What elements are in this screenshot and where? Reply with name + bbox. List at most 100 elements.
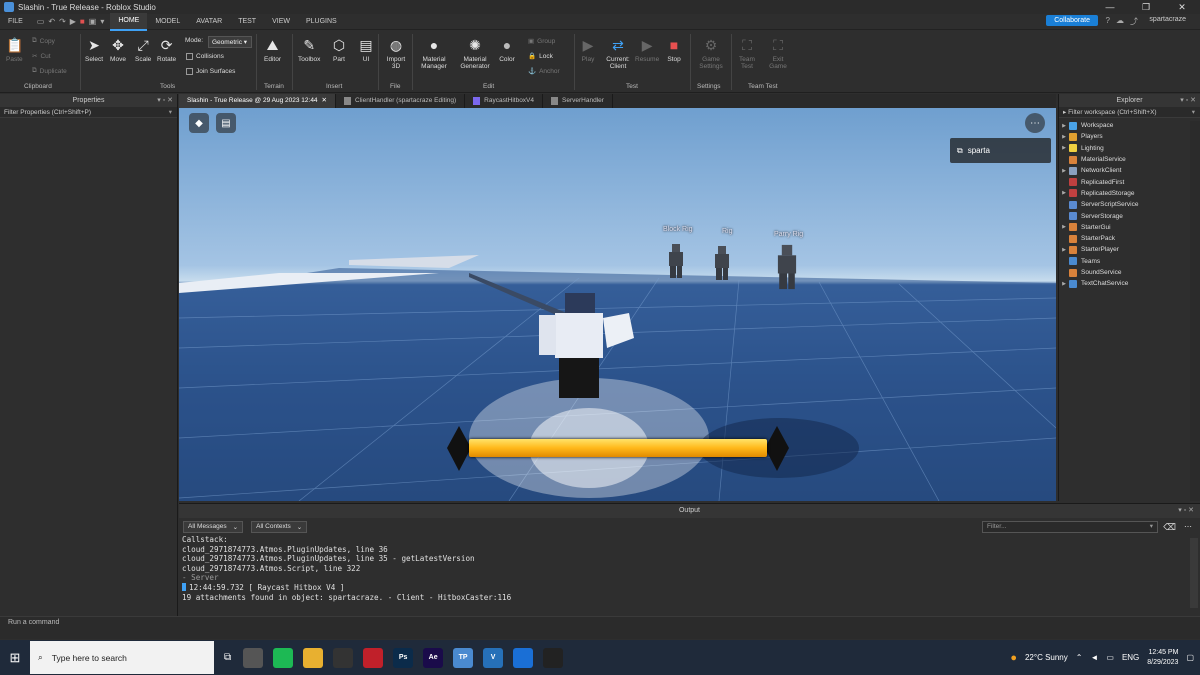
network-icon[interactable]: ▭	[1106, 653, 1114, 662]
expand-arrow-icon[interactable]: ▶	[1059, 190, 1069, 196]
explorer-item[interactable]: ▶ StarterPlayer	[1059, 244, 1200, 255]
rotate-tool-button[interactable]: ⟳ Rotate	[157, 37, 176, 63]
join-surfaces-check[interactable]	[186, 68, 193, 75]
material-generator-button[interactable]: ✺ Material Generator	[457, 37, 493, 70]
clear-output-icon[interactable]: ⌫	[1163, 522, 1176, 533]
cut-button[interactable]: ✂ Cut	[32, 52, 51, 61]
explorer-item[interactable]: ReplicatedFirst	[1059, 176, 1200, 187]
move-tool-button[interactable]: ✥ Move	[110, 37, 126, 63]
join-surfaces-checkbox[interactable]: Join Surfaces	[186, 68, 235, 75]
command-bar-input[interactable]: Run a command	[0, 616, 1200, 629]
cloud-icon[interactable]: ☁	[1116, 16, 1124, 27]
menu-avatar[interactable]: AVATAR	[188, 14, 230, 30]
dropdown-icon[interactable]: ▾	[100, 17, 104, 26]
collaborate-button[interactable]: Collaborate	[1046, 15, 1098, 26]
scale-tool-button[interactable]: ⤢ Scale	[135, 37, 151, 63]
chevron-down-icon[interactable]: ▾	[169, 107, 172, 118]
roblox-menu-button[interactable]: ◆	[189, 113, 209, 133]
contexts-filter-select[interactable]: All Contexts ⌄	[251, 520, 308, 533]
photoshop-icon[interactable]: Ps	[393, 647, 414, 668]
tab-place[interactable]: Slashin - True Release @ 29 Aug 2023 12:…	[179, 94, 336, 108]
chrome-icon[interactable]	[243, 647, 264, 668]
block-rig-character[interactable]	[669, 244, 683, 278]
group-button[interactable]: ▣ Group	[528, 37, 555, 46]
material-manager-button[interactable]: ● Material Manager	[418, 37, 450, 70]
tp-icon[interactable]: TP	[453, 647, 474, 668]
maximize-button[interactable]: ❐	[1128, 0, 1164, 14]
file-explorer-icon[interactable]	[303, 647, 324, 668]
game-viewport[interactable]: ◆ ▤ ⋯ ⧉ sparta Block Rig Rig Parry Rig	[179, 108, 1056, 501]
redo-icon[interactable]: ↷	[59, 17, 66, 26]
explorer-item[interactable]: SoundService	[1059, 267, 1200, 278]
output-filter-input[interactable]: Filter... ▾	[982, 521, 1158, 533]
ui-button[interactable]: ▤ UI	[358, 37, 374, 63]
weather-text[interactable]: 22°C Sunny	[1025, 653, 1068, 662]
team-test-button[interactable]: ⛶ Team Test	[736, 37, 758, 70]
help-icon[interactable]: ?	[1106, 16, 1110, 27]
explorer-item[interactable]: ▶ StarterGui	[1059, 222, 1200, 233]
notifications-icon[interactable]: ▢	[1186, 653, 1194, 662]
collisions-checkbox[interactable]: Collisions	[186, 53, 224, 60]
messages-filter-select[interactable]: All Messages ⌄	[183, 520, 244, 533]
menu-view[interactable]: VIEW	[264, 14, 298, 30]
task-view-icon[interactable]: ⧉	[224, 652, 231, 663]
menu-plugins[interactable]: PLUGINS	[298, 14, 345, 30]
expand-arrow-icon[interactable]: ▶	[1059, 134, 1069, 140]
resume-button[interactable]: ▶ Resume	[635, 37, 659, 63]
expand-arrow-icon[interactable]: ▶	[1059, 224, 1069, 230]
close-button[interactable]: ✕	[1164, 0, 1200, 14]
tab-server-handler[interactable]: ServerHandler	[543, 94, 613, 108]
start-button[interactable]: ⊞	[0, 640, 30, 675]
chat-button[interactable]: ▤	[216, 113, 236, 133]
stop-small-icon[interactable]: ■	[80, 17, 85, 26]
tab-raycast-hitbox[interactable]: RaycastHitboxV4	[465, 94, 544, 108]
more-options-button[interactable]: ⋯	[1025, 113, 1045, 133]
menu-home[interactable]: HOME	[110, 12, 148, 31]
minimize-button[interactable]: —	[1092, 0, 1128, 14]
more-options-icon[interactable]: ⋯	[1184, 522, 1192, 531]
explorer-item[interactable]: ▶ Players	[1059, 131, 1200, 142]
parry-rig-character[interactable]	[777, 244, 797, 290]
tab-client-handler[interactable]: ClientHandler (spartacraze Editing)	[336, 94, 466, 108]
expand-arrow-icon[interactable]: ▶	[1059, 247, 1069, 253]
explorer-item[interactable]: ServerStorage	[1059, 210, 1200, 221]
after-effects-icon[interactable]: Ae	[423, 647, 444, 668]
panel-controls-icon[interactable]: ▾ ▫ ✕	[1180, 94, 1196, 107]
explorer-scrollbar[interactable]	[1190, 121, 1200, 501]
paste-button[interactable]: 📋 Paste	[6, 37, 24, 63]
menu-file[interactable]: FILE	[0, 14, 31, 30]
copy-button[interactable]: ⧉ Copy	[32, 37, 55, 45]
play-button[interactable]: ▶ Play	[580, 37, 596, 63]
terrain-editor-button[interactable]: ⛰ Editor	[264, 37, 281, 63]
mode-select[interactable]: Geometric ▾	[208, 36, 252, 48]
expand-arrow-icon[interactable]: ▶	[1059, 123, 1069, 129]
explorer-item[interactable]: Teams	[1059, 256, 1200, 267]
explorer-item[interactable]: MaterialService	[1059, 154, 1200, 165]
chevron-down-icon[interactable]: ▾	[1192, 107, 1195, 118]
anchor-button[interactable]: ⚓ Anchor	[528, 67, 560, 76]
menu-test[interactable]: TEST	[230, 14, 264, 30]
import-3d-button[interactable]: ◍ Import 3D	[384, 37, 408, 70]
opera-icon[interactable]	[363, 647, 384, 668]
close-tab-icon[interactable]: ✕	[322, 94, 327, 108]
collisions-check[interactable]	[186, 53, 193, 60]
explorer-item[interactable]: ▶ ReplicatedStorage	[1059, 188, 1200, 199]
spotify-icon[interactable]	[273, 647, 294, 668]
explorer-filter[interactable]: ▸ Filter workspace (Ctrl+Shift+X) ▾	[1059, 107, 1200, 118]
panel-controls-icon[interactable]: ▾ ▫ ✕	[1178, 504, 1194, 518]
properties-filter[interactable]: Filter Properties (Ctrl+Shift+P) ▾	[0, 107, 177, 118]
exit-game-button[interactable]: ⛶ Exit Game	[767, 37, 789, 70]
explorer-item[interactable]: ▶ NetworkClient	[1059, 165, 1200, 176]
roblox-studio-icon[interactable]	[513, 647, 534, 668]
expand-arrow-icon[interactable]: ▶	[1059, 168, 1069, 174]
vscode-icon[interactable]: V	[483, 647, 504, 668]
tray-chevron-icon[interactable]: ⌃	[1076, 653, 1083, 662]
duplicate-button[interactable]: ⧉ Duplicate	[32, 67, 67, 75]
layout-icon[interactable]: ▣	[89, 17, 97, 26]
obs-icon[interactable]	[333, 647, 354, 668]
explorer-item[interactable]: ▶ Lighting	[1059, 143, 1200, 154]
taskbar-search-box[interactable]: ⌕ Type here to search	[30, 641, 214, 674]
select-tool-button[interactable]: ➤ Select	[85, 37, 103, 63]
steam-icon[interactable]	[543, 647, 564, 668]
game-settings-button[interactable]: ⚙ Game Settings	[697, 37, 725, 70]
